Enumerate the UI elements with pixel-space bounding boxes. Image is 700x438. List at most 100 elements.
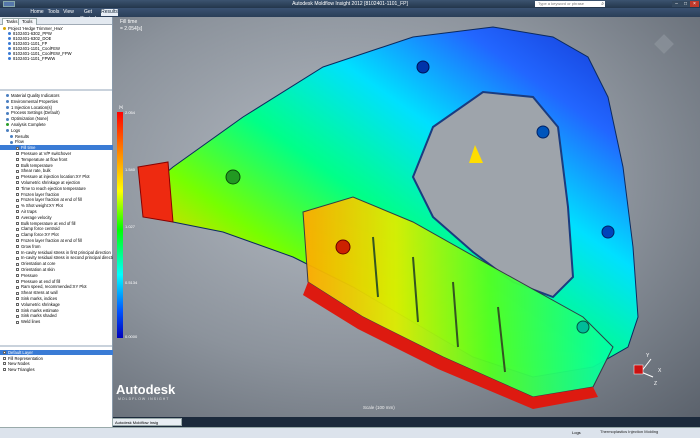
checkbox-icon[interactable] bbox=[16, 274, 19, 278]
task-item[interactable]: Grow from bbox=[0, 244, 128, 249]
checkbox-icon[interactable] bbox=[16, 175, 19, 179]
task-item[interactable]: Time to reach ejection temperature bbox=[0, 186, 128, 191]
checkbox-icon[interactable] bbox=[16, 239, 19, 243]
checkbox-icon[interactable] bbox=[16, 227, 19, 231]
checkbox-icon[interactable] bbox=[16, 268, 19, 272]
task-item[interactable]: In-cavity residual stress in first princ… bbox=[0, 250, 128, 255]
task-item[interactable]: Orientation at skin bbox=[0, 267, 128, 272]
task-item[interactable]: Flow bbox=[0, 139, 122, 144]
checkbox-icon[interactable] bbox=[16, 198, 19, 202]
task-item[interactable]: Frozen layer fraction bbox=[0, 192, 128, 197]
task-item[interactable]: Optimization (None) bbox=[0, 116, 118, 121]
checkbox-icon[interactable] bbox=[16, 192, 19, 196]
checkbox-icon[interactable] bbox=[16, 303, 19, 307]
tab-tools[interactable]: Tools bbox=[18, 18, 37, 25]
checkbox-icon[interactable] bbox=[16, 233, 19, 237]
logs-button[interactable]: Logs bbox=[572, 430, 581, 435]
checkbox-icon[interactable] bbox=[16, 250, 19, 254]
task-item[interactable]: Shear stress at wall bbox=[0, 290, 128, 295]
task-item[interactable]: Pressure at end of fill bbox=[0, 279, 128, 284]
boss bbox=[335, 239, 351, 255]
checkbox-icon[interactable] bbox=[16, 152, 19, 156]
task-item[interactable]: Environmental Properties bbox=[0, 99, 118, 104]
checkbox-icon[interactable] bbox=[16, 262, 19, 266]
task-item[interactable]: Pressure at V/P switchover bbox=[0, 151, 128, 156]
menu-get-started[interactable]: Get Started bbox=[78, 9, 98, 22]
task-item[interactable]: Pressure bbox=[0, 273, 128, 278]
model-viewport[interactable]: Fill time = 2.054[s] Y Z X Scale (100 mm… bbox=[113, 17, 700, 417]
task-item[interactable]: Ram speed, recommended:XY Plot bbox=[0, 284, 128, 289]
checkbox-icon[interactable] bbox=[16, 291, 19, 295]
task-item[interactable]: Results bbox=[0, 134, 122, 139]
checkbox-icon[interactable] bbox=[16, 158, 19, 162]
checkbox-icon[interactable] bbox=[16, 181, 19, 185]
task-item[interactable]: Analysis Complete bbox=[0, 122, 118, 127]
document-tab[interactable]: Autodesk Moldflow Insig bbox=[112, 418, 182, 426]
checkbox-icon[interactable] bbox=[16, 221, 19, 225]
search-icon[interactable]: ⌕ bbox=[601, 1, 604, 7]
task-item[interactable]: % Shot weight:XY Plot bbox=[0, 203, 128, 208]
checkbox-icon[interactable] bbox=[16, 245, 19, 249]
checkbox-icon[interactable] bbox=[16, 256, 19, 260]
checkbox-icon[interactable] bbox=[16, 308, 19, 312]
checkbox-icon[interactable] bbox=[3, 356, 6, 360]
task-item[interactable]: Logs bbox=[0, 128, 118, 133]
task-item[interactable]: Volumetric shrinkage bbox=[0, 302, 128, 307]
task-item[interactable]: Pressure at injection location:XY Plot bbox=[0, 174, 128, 179]
search-input[interactable]: Type a keyword or phrase ⌕ bbox=[535, 1, 605, 7]
project-item[interactable]: 8102401-1101_FPWW bbox=[8, 56, 55, 61]
task-item[interactable]: 1 Injection Location(s) bbox=[0, 105, 118, 110]
molding-process-label: Thermoplastics Injection Molding bbox=[600, 429, 659, 434]
checkbox-icon[interactable] bbox=[16, 279, 19, 283]
menu-view[interactable]: View bbox=[62, 9, 75, 16]
task-item[interactable]: Bulk temperature bbox=[0, 163, 128, 168]
task-item[interactable]: Temperature at flow front bbox=[0, 157, 128, 162]
menu-results[interactable]: Results bbox=[101, 9, 118, 16]
task-item[interactable]: Bulk temperature at end of fill bbox=[0, 221, 128, 226]
checkbox-icon[interactable] bbox=[16, 210, 19, 214]
layer-item[interactable]: New Nodes bbox=[0, 361, 115, 366]
task-item[interactable]: Frozen layer fraction at end of fill bbox=[0, 238, 128, 243]
checkbox-icon[interactable] bbox=[16, 187, 19, 191]
task-item[interactable]: Volumetric shrinkage at ejection bbox=[0, 180, 128, 185]
checkbox-icon[interactable] bbox=[3, 367, 6, 371]
task-item[interactable]: Average velocity bbox=[0, 215, 128, 220]
checkbox-icon[interactable] bbox=[16, 285, 19, 289]
close-button[interactable]: × bbox=[690, 1, 699, 7]
task-item[interactable]: Shear rate, bulk bbox=[0, 168, 128, 173]
maximize-button[interactable]: □ bbox=[681, 1, 690, 7]
legend-value: 0.0000 bbox=[125, 334, 138, 339]
checkbox-icon[interactable] bbox=[16, 314, 19, 318]
task-item[interactable]: Sink marks, indices bbox=[0, 296, 128, 301]
study-icon bbox=[8, 32, 11, 36]
task-item[interactable]: Sink marks shaded bbox=[0, 313, 128, 318]
layer-item[interactable]: New Triangles bbox=[0, 367, 115, 372]
task-item[interactable]: Clamp force:XY Plot bbox=[0, 232, 128, 237]
task-item[interactable]: Fill time bbox=[0, 145, 128, 151]
task-label: Pressure at end of fill bbox=[21, 278, 61, 284]
layer-item[interactable]: Default Layer bbox=[0, 350, 115, 355]
menu-tools[interactable]: Tools bbox=[47, 9, 60, 16]
checkbox-icon[interactable] bbox=[16, 297, 19, 301]
checkbox-icon[interactable] bbox=[16, 163, 19, 167]
checkbox-icon[interactable] bbox=[3, 362, 6, 366]
layer-item[interactable]: Fill Representation bbox=[0, 356, 115, 361]
task-item[interactable]: Sink marks estimate bbox=[0, 308, 128, 313]
task-item[interactable]: Frozen layer fraction at end of fill bbox=[0, 197, 128, 202]
checkbox-icon[interactable] bbox=[16, 169, 19, 173]
task-item[interactable]: Weld lines bbox=[0, 319, 128, 324]
checkbox-icon[interactable] bbox=[16, 146, 19, 150]
checkbox-icon[interactable] bbox=[16, 320, 19, 324]
task-item[interactable]: Air traps bbox=[0, 209, 128, 214]
checkbox-icon[interactable] bbox=[16, 204, 19, 208]
task-item[interactable]: In-cavity residual stress in second prin… bbox=[0, 255, 128, 260]
minimize-button[interactable]: – bbox=[672, 1, 681, 7]
fill-time-model[interactable] bbox=[113, 17, 700, 417]
checkbox-icon[interactable] bbox=[16, 216, 19, 220]
task-item[interactable]: Process Settings (Default) bbox=[0, 110, 118, 115]
menu-home[interactable]: Home bbox=[30, 9, 44, 16]
task-item[interactable]: Orientation at core bbox=[0, 261, 128, 266]
task-item[interactable]: Clamp force centroid bbox=[0, 226, 128, 231]
checkbox-icon[interactable] bbox=[3, 351, 6, 355]
task-item[interactable]: Material Quality Indicators bbox=[0, 93, 118, 98]
